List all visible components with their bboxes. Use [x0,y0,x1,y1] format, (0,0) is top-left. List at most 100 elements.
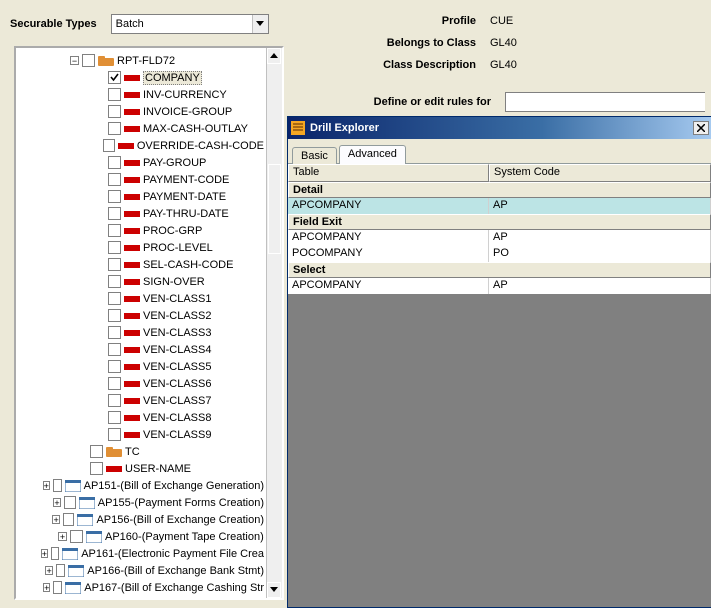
expander-icon[interactable]: + [52,515,60,524]
tree-view[interactable]: −RPT-FLD72COMPANYINV-CURRENCYINVOICE-GRO… [14,46,284,600]
tree-checkbox[interactable] [70,530,83,543]
tree-node[interactable]: PROC-GRP [18,222,264,239]
expander-icon[interactable]: + [43,583,50,592]
scroll-up-button[interactable] [267,48,281,64]
drill-titlebar[interactable]: Drill Explorer [288,117,711,139]
tree-checkbox[interactable] [103,139,115,152]
expander-icon[interactable]: + [45,566,52,575]
tree-checkbox[interactable] [108,241,121,254]
tree-node[interactable]: VEN-CLASS1 [18,290,264,307]
tree-node[interactable]: VEN-CLASS4 [18,341,264,358]
grid-row[interactable]: APCOMPANYAP [288,230,711,246]
tree-node[interactable]: USER-NAME [18,460,264,477]
tree-checkbox[interactable] [108,343,121,356]
tree-node[interactable]: OVERRIDE-CASH-CODE [18,137,264,154]
tree-checkbox[interactable] [90,445,103,458]
tree-node[interactable]: COMPANY [18,69,264,86]
tree-node[interactable]: VEN-CLASS5 [18,358,264,375]
tree-node[interactable]: +AP156-(Bill of Exchange Creation) [18,511,264,528]
tree-node[interactable]: VEN-CLASS2 [18,307,264,324]
tree-node[interactable]: SIGN-OVER [18,273,264,290]
tab-basic[interactable]: Basic [292,147,337,164]
field-icon [124,123,140,135]
tree-checkbox[interactable] [108,122,121,135]
tree-node[interactable]: +AP160-(Payment Tape Creation) [18,528,264,545]
grid-col-syscode[interactable]: System Code [489,164,711,182]
scroll-down-button[interactable] [267,582,281,598]
tree-node[interactable]: PAYMENT-DATE [18,188,264,205]
tree-node[interactable]: INV-CURRENCY [18,86,264,103]
tree-checkbox[interactable] [64,496,76,509]
tree-checkbox[interactable] [108,190,121,203]
tree-checkbox[interactable] [108,105,121,118]
tree-node[interactable]: +AP170-(Payment Closing) [18,596,264,598]
tree-node-label: TC [125,446,140,458]
grid-row[interactable]: POCOMPANYPO [288,246,711,262]
grid-row[interactable]: APCOMPANYAP [288,198,711,214]
tree-node[interactable]: +AP161-(Electronic Payment File Crea [18,545,264,562]
tree-checkbox[interactable] [51,547,59,560]
tree-checkbox[interactable] [56,564,66,577]
tree-checkbox[interactable] [108,428,121,441]
tree-node[interactable]: PROC-LEVEL [18,239,264,256]
tree-checkbox[interactable] [82,54,95,67]
tree-checkbox[interactable] [108,275,121,288]
tree-checkbox[interactable] [108,292,121,305]
tree-checkbox[interactable] [108,394,121,407]
scroll-track[interactable] [267,64,282,582]
tree-checkbox[interactable] [108,207,121,220]
tree-checkbox[interactable] [108,71,121,84]
expander-icon[interactable]: + [43,481,50,490]
tree-node[interactable]: VEN-CLASS9 [18,426,264,443]
field-icon [124,191,140,203]
tree-node[interactable]: MAX-CASH-OUTLAY [18,120,264,137]
tree-checkbox[interactable] [108,326,121,339]
tree-checkbox[interactable] [108,258,121,271]
tree-checkbox[interactable] [90,462,103,475]
expander-icon[interactable]: − [70,56,79,65]
tree-node[interactable]: INVOICE-GROUP [18,103,264,120]
tree-node[interactable]: +AP151-(Bill of Exchange Generation) [18,477,264,494]
tree-checkbox[interactable] [108,360,121,373]
field-icon [124,378,140,390]
tree-checkbox[interactable] [108,224,121,237]
expander-icon[interactable]: + [41,549,48,558]
tree-node[interactable]: VEN-CLASS6 [18,375,264,392]
chevron-down-icon[interactable] [252,15,268,33]
securable-types-combo[interactable]: Batch [111,14,269,34]
tree-node[interactable]: +AP167-(Bill of Exchange Cashing Str [18,579,264,596]
grid-col-table[interactable]: Table [288,164,489,182]
tree-node[interactable]: +AP166-(Bill of Exchange Bank Stmt) [18,562,264,579]
tree-node[interactable]: TC [18,443,264,460]
tree-checkbox[interactable] [108,88,121,101]
field-icon [118,140,134,152]
close-button[interactable] [693,121,709,135]
tree-checkbox[interactable] [108,411,121,424]
folder-icon [106,446,122,458]
tree-checkbox[interactable] [108,173,121,186]
tree-checkbox[interactable] [53,581,62,594]
tree-node[interactable]: VEN-CLASS8 [18,409,264,426]
tree-checkbox[interactable] [53,479,62,492]
expander-icon[interactable]: + [58,532,67,541]
field-icon [124,157,140,169]
tree-node[interactable]: SEL-CASH-CODE [18,256,264,273]
tree-checkbox[interactable] [108,309,121,322]
tab-advanced[interactable]: Advanced [339,145,406,164]
field-icon [124,276,140,288]
tree-scrollbar[interactable] [266,48,282,598]
tree-node[interactable]: +AP155-(Payment Forms Creation) [18,494,264,511]
define-rules-input[interactable] [505,92,705,112]
tree-checkbox[interactable] [108,156,121,169]
tree-node[interactable]: −RPT-FLD72 [18,52,264,69]
tree-node[interactable]: PAY-GROUP [18,154,264,171]
tree-checkbox[interactable] [108,377,121,390]
tree-node[interactable]: VEN-CLASS7 [18,392,264,409]
tree-node[interactable]: PAY-THRU-DATE [18,205,264,222]
tree-checkbox[interactable] [63,513,74,526]
tree-node[interactable]: VEN-CLASS3 [18,324,264,341]
scroll-thumb[interactable] [268,164,281,254]
expander-icon[interactable]: + [53,498,61,507]
grid-row[interactable]: APCOMPANYAP [288,278,711,294]
tree-node[interactable]: PAYMENT-CODE [18,171,264,188]
